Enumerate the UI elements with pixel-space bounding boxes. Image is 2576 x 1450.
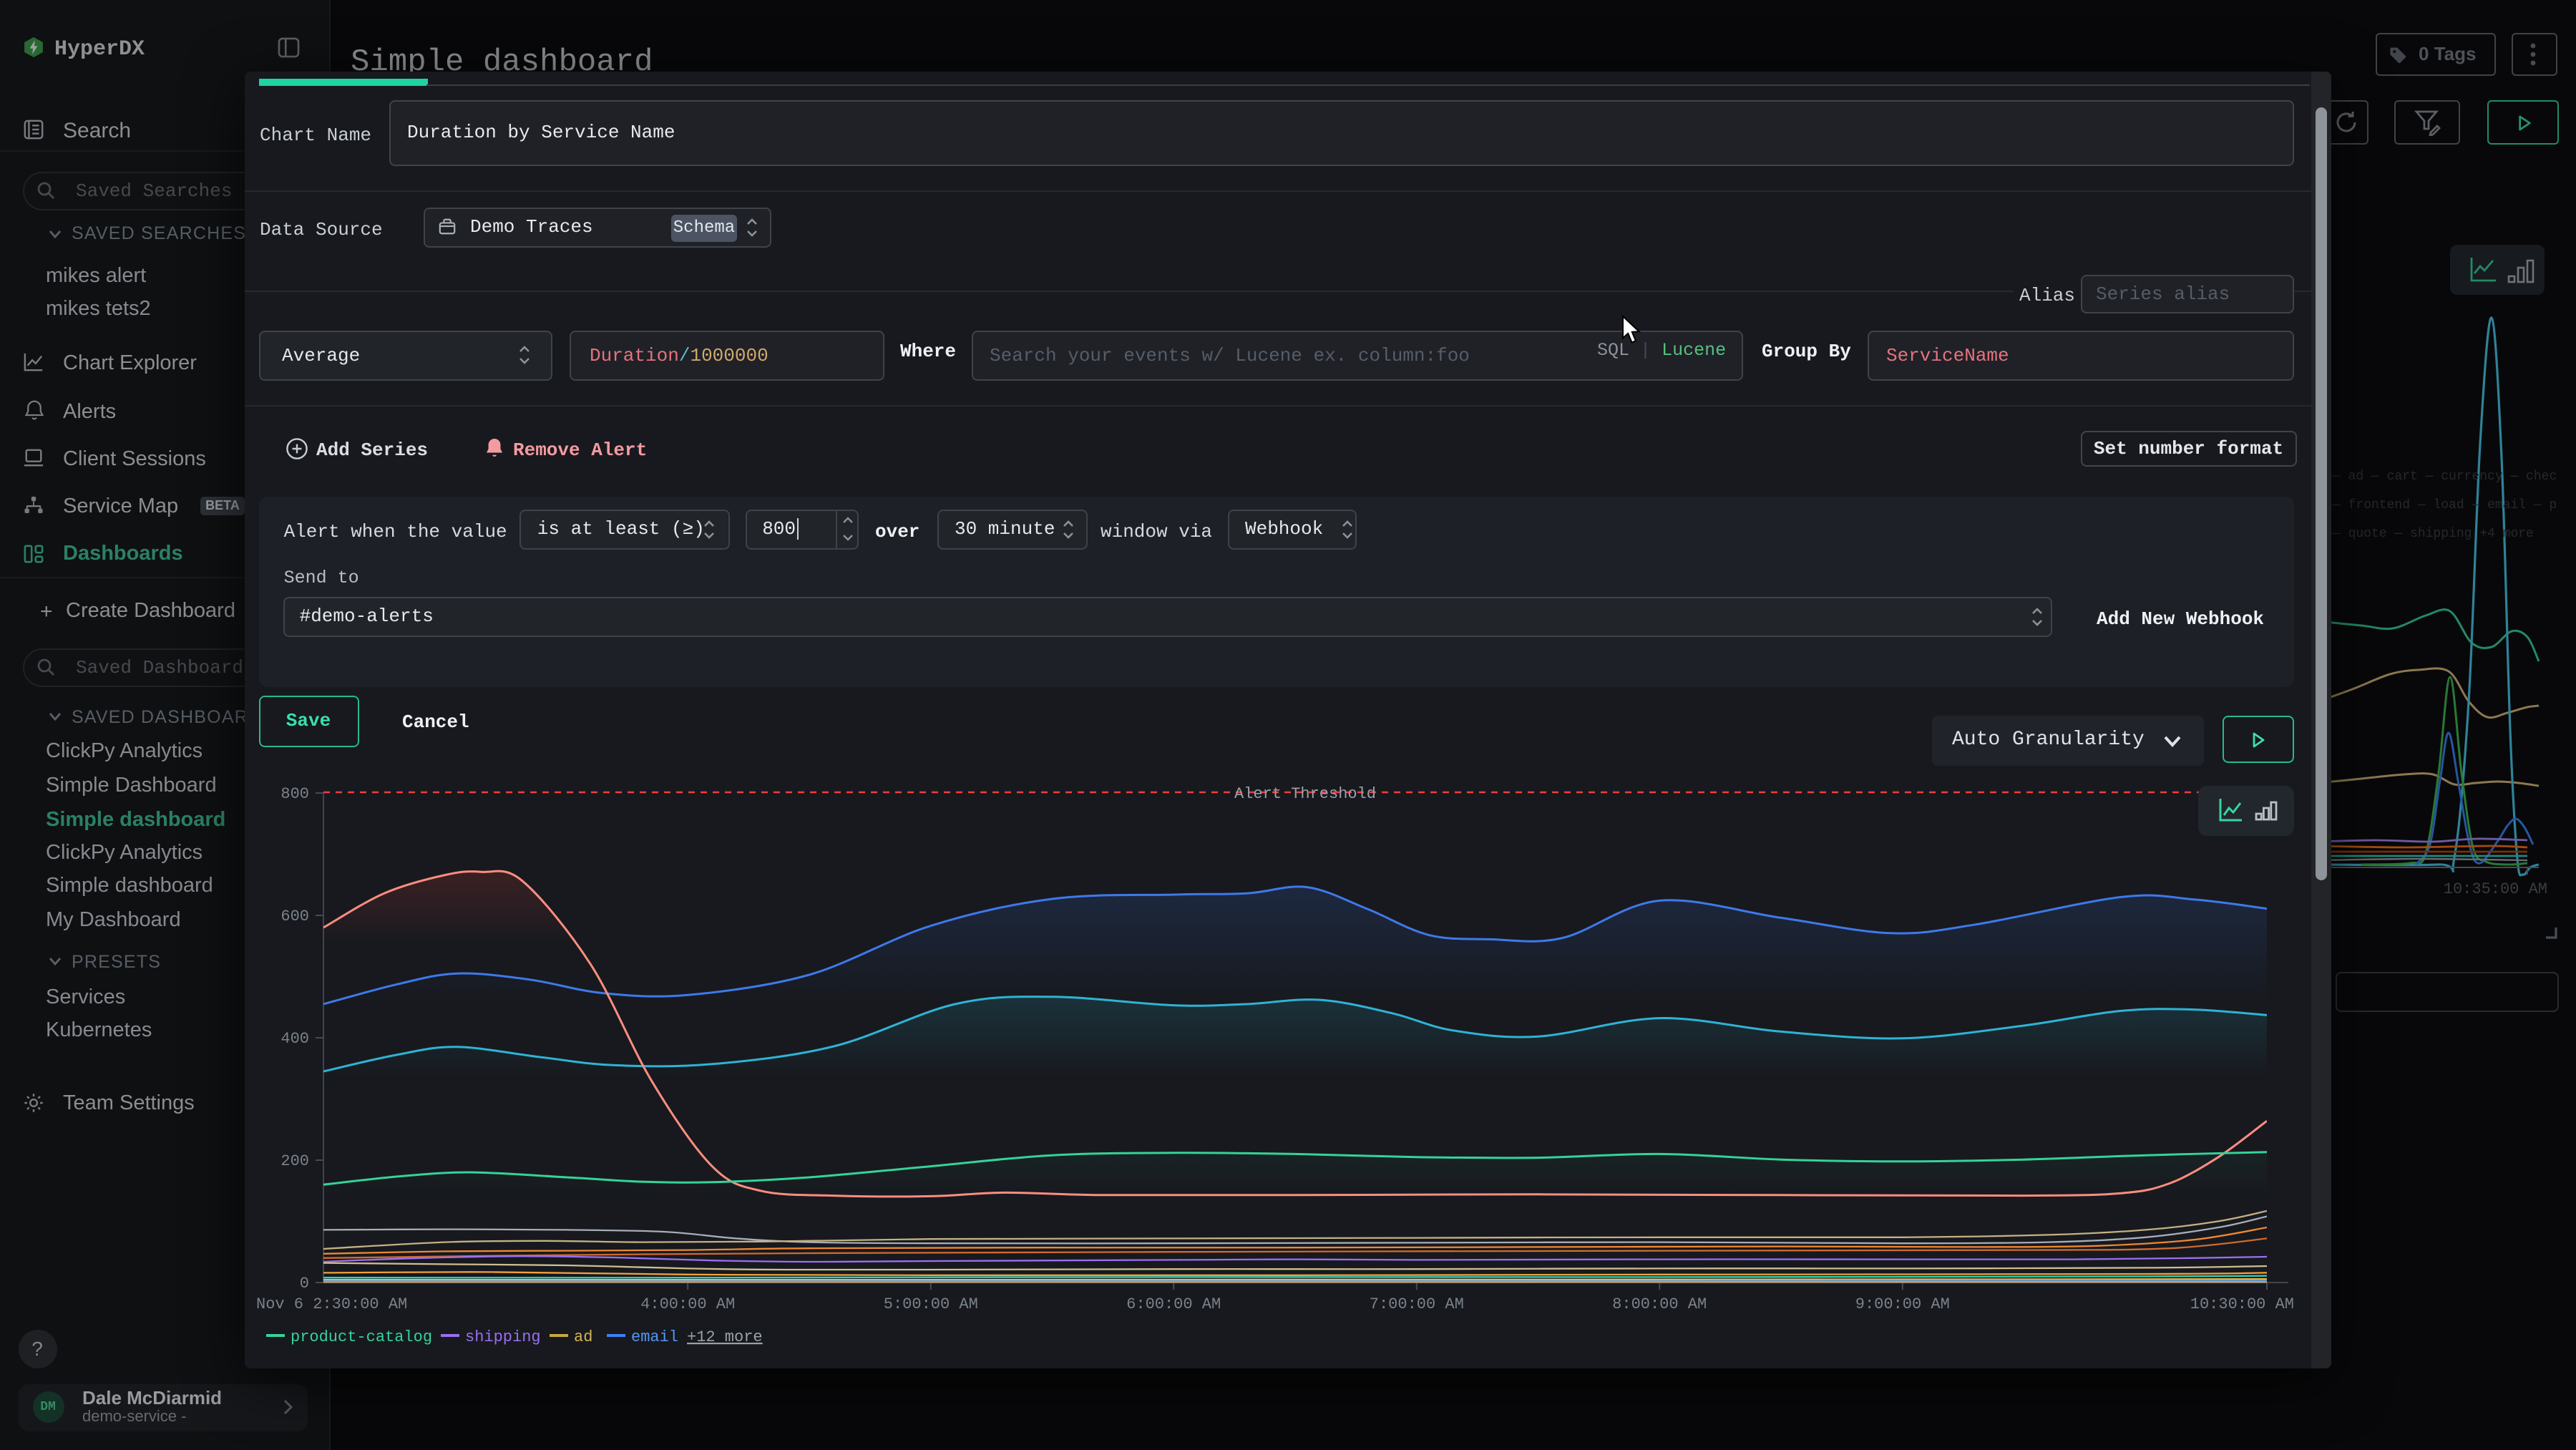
svg-text:6:00:00 AM: 6:00:00 AM	[1126, 1295, 1221, 1313]
svg-text:email: email	[631, 1328, 678, 1346]
svg-text:9:00:00 AM: 9:00:00 AM	[1855, 1295, 1950, 1313]
svg-text:200: 200	[280, 1152, 309, 1170]
svg-text:product-catalog: product-catalog	[291, 1328, 432, 1346]
svg-text:Alert Threshold: Alert Threshold	[1234, 785, 1376, 803]
svg-text:5:00:00 AM: 5:00:00 AM	[884, 1295, 978, 1313]
svg-text:800: 800	[280, 785, 309, 803]
svg-text:0: 0	[300, 1275, 309, 1293]
svg-text:7:00:00 AM: 7:00:00 AM	[1370, 1295, 1464, 1313]
svg-text:shipping: shipping	[465, 1328, 541, 1346]
svg-text:10:30:00 AM: 10:30:00 AM	[2190, 1295, 2294, 1313]
svg-text:400: 400	[280, 1030, 309, 1048]
svg-text:ad: ad	[574, 1328, 592, 1346]
svg-text:Nov 6 2:30:00 AM: Nov 6 2:30:00 AM	[256, 1295, 407, 1313]
svg-text:4:00:00 AM: 4:00:00 AM	[640, 1295, 735, 1313]
svg-text:600: 600	[280, 908, 309, 925]
svg-text:8:00:00 AM: 8:00:00 AM	[1612, 1295, 1707, 1313]
svg-text:+12 more: +12 more	[687, 1328, 763, 1346]
